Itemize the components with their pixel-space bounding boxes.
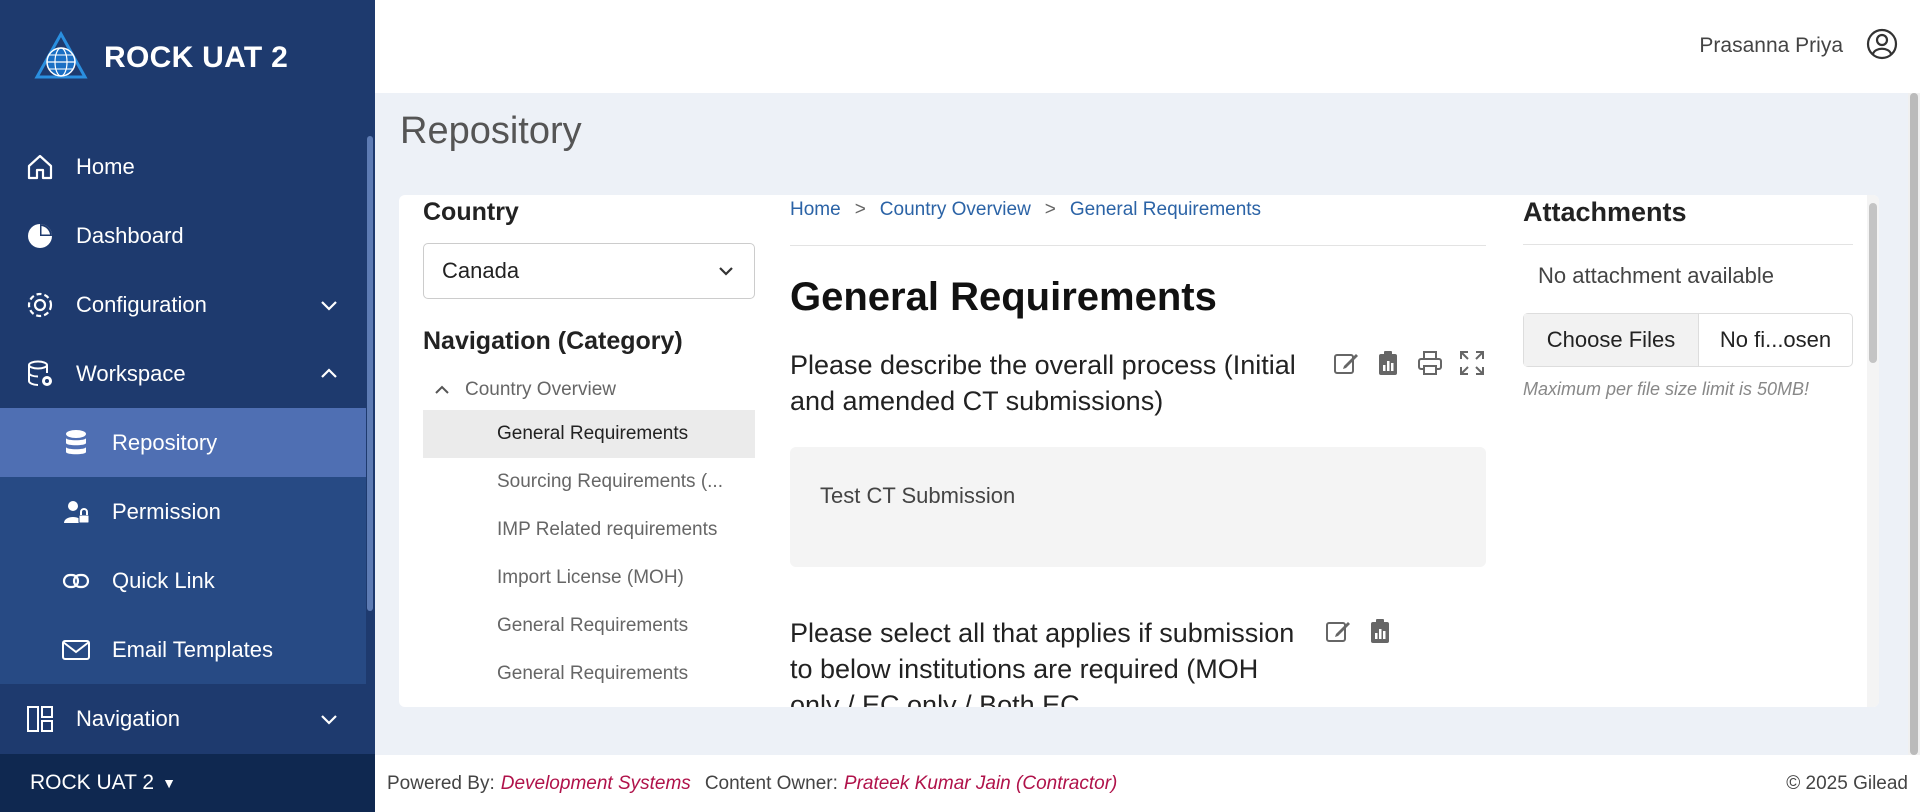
sidebar-item-label: Email Templates [112,636,273,662]
sidebar-scrollbar[interactable] [366,132,375,611]
chevron-down-icon [321,714,337,725]
expand-icon[interactable] [1458,349,1486,377]
edit-icon[interactable] [1324,617,1352,645]
sidebar-item-label: Permission [112,498,221,524]
sidebar-item-dashboard[interactable]: Dashboard [0,201,366,270]
print-icon[interactable] [1416,349,1444,377]
answer-text: Test CT Submission [820,483,1016,508]
tree-item[interactable]: General Requirements [423,650,755,698]
globe-logo-icon [34,31,88,79]
sidebar-item-label: Repository [112,429,218,455]
page-title: Repository [400,110,582,152]
file-status-text: No fi...osen [1719,327,1832,352]
navigation-category-label: Navigation (Category) [423,327,683,355]
environment-switcher[interactable]: ROCK UAT 2 ▼ [0,754,375,812]
sidebar-nav: Home Dashboard Configuration Workspace R… [0,132,366,753]
sidebar-item-email-templates[interactable]: Email Templates [0,615,366,684]
no-attachment-text: No attachment available [1538,263,1775,288]
powered-by-value: Development Systems [500,772,691,794]
caret-down-icon: ▼ [162,775,176,791]
answer-box: Test CT Submission [790,447,1486,567]
database-icon [60,427,92,459]
choose-files-button[interactable]: Choose Files [1524,314,1699,366]
sidebar-item-permission[interactable]: Permission [0,477,366,546]
tree-node-label: Country Overview [465,379,616,400]
attachments-title: Attachments [1523,197,1853,245]
edit-icon[interactable] [1332,349,1360,377]
question-text: Please select all that applies if submis… [790,618,1295,707]
country-select[interactable]: Canada [423,243,755,299]
layout-icon [24,703,56,735]
user-name[interactable]: Prasanna Priya [1699,34,1843,58]
section-title: General Requirements [790,275,1217,319]
question-text: Please describe the overall process (Ini… [790,350,1296,416]
powered-by-label: Powered By: [387,772,495,794]
card-scrollbar[interactable] [1867,195,1879,707]
sidebar-item-label: Dashboard [76,222,184,248]
breadcrumb: Home > Country Overview > General Requir… [790,195,1486,246]
filter-panel: Country Canada Navigation (Category) Cou… [423,195,755,698]
question-block: Please select all that applies if submis… [790,615,1486,707]
sidebar-item-label: Workspace [76,360,186,386]
country-label: Country [423,198,519,226]
sidebar-item-label: Quick Link [112,567,215,593]
sidebar-item-home[interactable]: Home [0,132,366,201]
tree-item[interactable]: Import License (MOH) [423,554,755,602]
workspace-submenu: Repository Permission Quick Link Email T… [0,408,366,684]
sidebar: ROCK UAT 2 Home Dashboard Configuration [0,0,375,812]
question-actions [1318,349,1486,377]
country-value: Canada [442,258,520,283]
sidebar-item-configuration[interactable]: Configuration [0,270,366,339]
tree-item[interactable]: General Requirements [423,602,755,650]
sidebar-item-workspace[interactable]: Workspace [0,339,366,408]
gear-icon [24,289,56,321]
breadcrumb-country-overview[interactable]: Country Overview [880,199,1031,245]
sidebar-item-repository[interactable]: Repository [0,408,366,477]
copyright: © 2025 Gilead [1786,772,1908,794]
database-gear-icon [24,358,56,390]
content-owner-value: Prateek Kumar Jain (Contractor) [843,772,1118,794]
chevron-up-icon [321,367,337,378]
breadcrumb-separator: > [854,199,866,220]
home-icon [24,151,56,183]
question-actions [1310,617,1394,645]
tree-item[interactable]: IMP Related requirements [423,506,755,554]
page-scrollbar[interactable] [1908,93,1920,755]
chevron-down-icon [719,267,733,276]
brand: ROCK UAT 2 [0,0,375,116]
breadcrumb-home[interactable]: Home [790,199,841,245]
tree-item[interactable]: Sourcing Requirements (... [423,458,755,506]
envelope-icon [60,634,92,666]
page-footer: Powered By: Development Systems Content … [375,755,1920,812]
sidebar-item-label: Configuration [76,291,207,317]
question-block: Please describe the overall process (Ini… [790,347,1486,419]
clipboard-chart-icon[interactable] [1374,349,1402,377]
repository-card: Country Canada Navigation (Category) Cou… [399,195,1879,707]
user-avatar-icon[interactable] [1866,28,1898,60]
tree-node-country-overview[interactable]: Country Overview [423,370,755,410]
pie-chart-icon [24,220,56,252]
app-title: ROCK UAT 2 [104,41,289,74]
breadcrumb-current[interactable]: General Requirements [1070,199,1261,245]
content-panel: Home > Country Overview > General Requir… [790,195,1486,707]
chevron-up-icon [435,385,449,394]
breadcrumb-separator: > [1044,199,1056,220]
file-upload-input[interactable]: Choose Files No fi...osen [1523,313,1853,367]
sidebar-item-label: Navigation [76,705,180,731]
sidebar-item-label: Home [76,153,135,179]
file-size-hint: Maximum per file size limit is 50MB! [1523,379,1810,399]
sidebar-item-navigation[interactable]: Navigation [0,684,366,753]
attachments-panel: Attachments No attachment available Choo… [1523,195,1853,400]
user-lock-icon [60,496,92,528]
chevron-down-icon [321,300,337,311]
sidebar-item-quick-link[interactable]: Quick Link [0,546,366,615]
environment-label: ROCK UAT 2 [30,771,155,794]
tree-item[interactable]: General Requirements [423,410,755,458]
link-icon [60,565,92,597]
top-bar: Prasanna Priya [375,0,1920,93]
clipboard-chart-icon[interactable] [1366,617,1394,645]
content-owner-label: Content Owner: [704,772,838,794]
